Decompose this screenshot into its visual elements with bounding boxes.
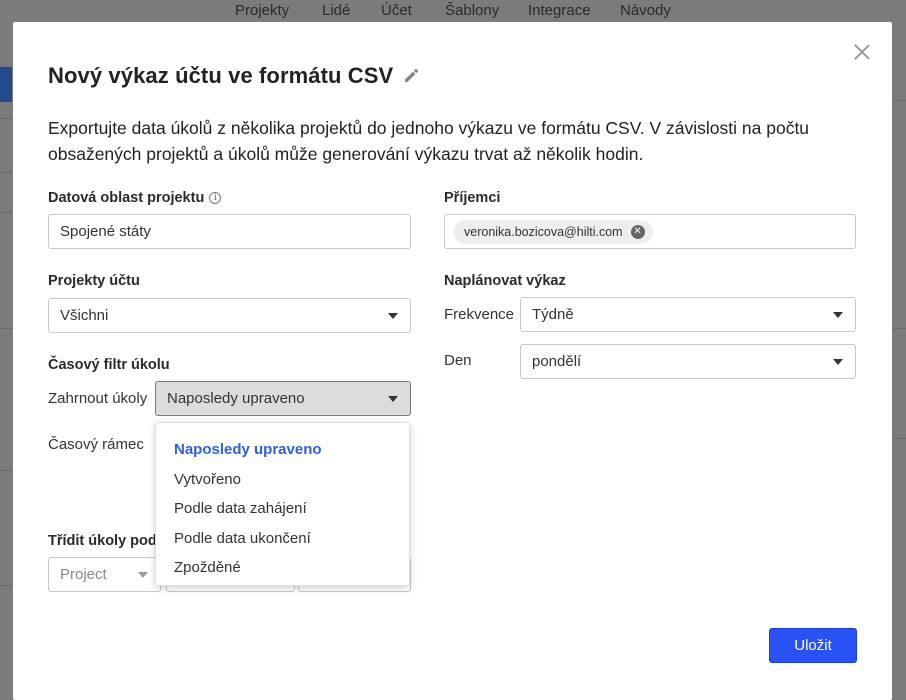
save-button[interactable]: Uložit <box>769 628 857 663</box>
timeframe-label: Časový rámec <box>48 436 144 453</box>
bg-divider <box>892 328 906 329</box>
frequency-select[interactable]: Týdně <box>520 297 856 332</box>
background-button <box>0 67 12 102</box>
bg-nav-integrace: Integrace <box>528 2 591 19</box>
include-tasks-select[interactable]: Naposledy upraveno <box>155 381 411 416</box>
dropdown-option[interactable]: Podle data zahájení <box>156 494 409 524</box>
sort-field-value: Project <box>60 566 107 583</box>
day-select[interactable]: pondělí <box>520 344 856 379</box>
data-region-label-text: Datová oblast projektu <box>48 190 205 206</box>
bg-divider <box>892 100 906 101</box>
account-projects-value: Všichni <box>60 307 109 324</box>
day-label: Den <box>444 352 472 369</box>
bg-nav-navody: Návody <box>620 2 671 19</box>
close-circle-icon[interactable]: ✕ <box>630 224 645 239</box>
frequency-label: Frekvence <box>444 306 515 323</box>
time-filter-label: Časový filtr úkolu <box>48 357 170 373</box>
dialog-description: Exportujte data úkolů z několika projekt… <box>48 118 810 164</box>
background-nav: Projekty Lidé Účet Šablony Integrace Náv… <box>0 0 906 22</box>
bg-nav-sablony: Šablony <box>445 2 500 19</box>
data-region-label: Datová oblast projektu i <box>48 190 222 206</box>
close-icon[interactable] <box>852 42 872 62</box>
bg-divider <box>0 212 13 213</box>
recipients-field[interactable]: veronika.bozicova@hilti.com ✕ <box>444 214 856 249</box>
info-icon[interactable]: i <box>209 192 222 204</box>
chevron-down-icon <box>388 313 398 319</box>
bg-nav-lide: Lidé <box>322 2 351 19</box>
sort-field-select[interactable]: Project <box>48 557 161 592</box>
chevron-down-icon <box>138 572 148 578</box>
data-region-field[interactable]: Spojené státy <box>48 214 411 249</box>
bg-divider <box>0 585 13 586</box>
sort-tasks-label: Třídit úkoly podle <box>48 533 169 549</box>
chevron-down-icon <box>833 359 843 365</box>
recipients-label: Příjemci <box>444 190 501 206</box>
bg-nav-projekty: Projekty <box>235 2 290 19</box>
dropdown-option[interactable]: Naposledy upraveno <box>156 435 409 465</box>
schedule-label: Naplánovat výkaz <box>444 273 566 289</box>
chevron-down-icon <box>388 396 398 402</box>
include-tasks-label: Zahrnout úkoly <box>48 390 148 407</box>
dropdown-option[interactable]: Vytvořeno <box>156 465 409 495</box>
bg-divider <box>0 328 13 329</box>
dropdown-option[interactable]: Podle data ukončení <box>156 524 409 554</box>
recipient-chip: veronika.bozicova@hilti.com ✕ <box>454 219 653 244</box>
include-tasks-dropdown: Naposledy upraveno Vytvořeno Podle data … <box>155 422 410 586</box>
data-region-value: Spojené státy <box>60 223 151 240</box>
bg-divider <box>0 118 13 119</box>
frequency-value: Týdně <box>532 306 574 323</box>
bg-divider <box>0 470 13 471</box>
pencil-icon[interactable] <box>402 67 420 85</box>
bg-divider <box>892 438 906 439</box>
dialog-title: Nový výkaz účtu ve formátu CSV <box>48 63 394 88</box>
bg-nav-ucet: Účet <box>381 2 412 19</box>
chevron-down-icon <box>833 312 843 318</box>
account-projects-label: Projekty účtu <box>48 273 140 289</box>
new-report-dialog: Nový výkaz účtu ve formátu CSV Exportujt… <box>13 22 892 700</box>
account-projects-select[interactable]: Všichni <box>48 298 411 333</box>
include-tasks-value: Naposledy upraveno <box>167 390 305 407</box>
day-value: pondělí <box>532 353 582 370</box>
bg-divider <box>0 172 13 173</box>
recipient-email: veronika.bozicova@hilti.com <box>464 224 623 239</box>
dialog-header: Nový výkaz účtu ve formátu CSV <box>48 63 420 89</box>
dropdown-option[interactable]: Zpožděné <box>156 553 409 583</box>
